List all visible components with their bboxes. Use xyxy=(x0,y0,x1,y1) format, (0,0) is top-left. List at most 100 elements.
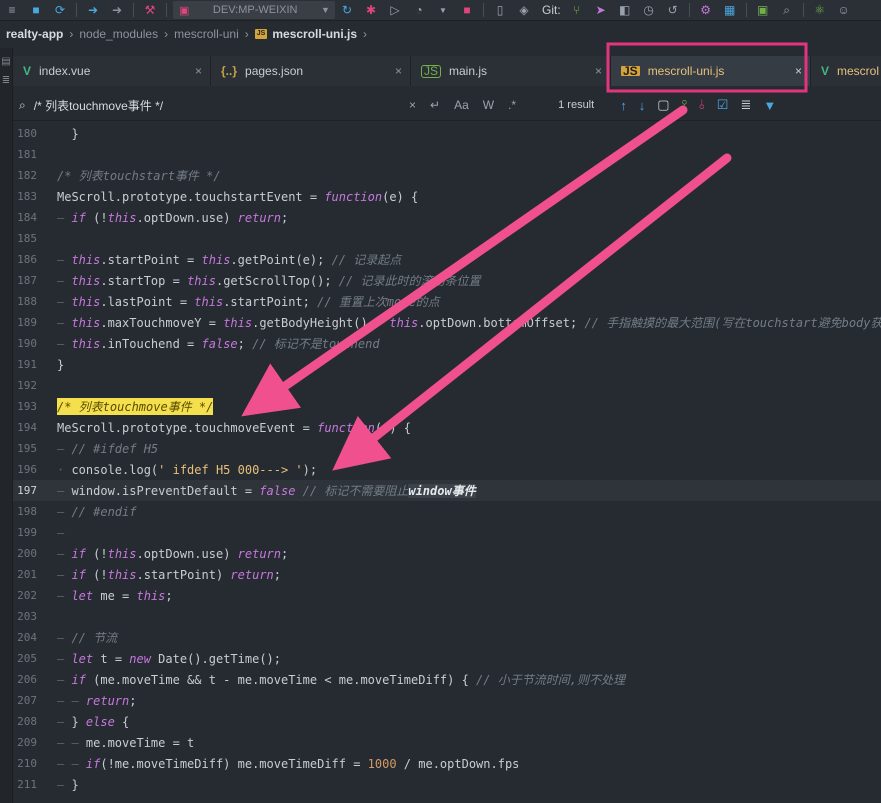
atom-icon[interactable]: ⚛ xyxy=(811,1,829,19)
gauge-icon[interactable]: ◔ xyxy=(410,1,428,19)
build-hammer-icon[interactable]: ⚒ xyxy=(141,1,159,19)
clear-search-icon[interactable]: × xyxy=(409,98,416,112)
breadcrumb-item[interactable]: mescroll-uni xyxy=(174,27,239,41)
code-line[interactable]: 187 — this.startTop = this.getScrollTop()… xyxy=(13,270,881,291)
git-push-icon[interactable]: ➤ xyxy=(592,1,610,19)
line-number: 180 xyxy=(17,127,37,140)
code-line[interactable]: 191} xyxy=(13,354,881,375)
git-compare-icon[interactable]: ◧ xyxy=(616,1,634,19)
code-line[interactable]: 182 /* 列表touchstart事件 */ xyxy=(13,165,881,186)
code-line[interactable]: 203 xyxy=(13,606,881,627)
code-line[interactable]: 200 — if (!this.optDown.use) return; xyxy=(13,543,881,564)
line-number: 181 xyxy=(17,148,37,161)
hamburger-icon[interactable]: ≡ xyxy=(3,1,21,19)
code-line[interactable]: 180 } xyxy=(13,123,881,144)
terminal-icon[interactable]: ▣ xyxy=(754,1,772,19)
code-line[interactable]: 186 — this.startPoint = this.getPoint(e);… xyxy=(13,249,881,270)
breadcrumb-item[interactable]: realty-app xyxy=(6,27,63,41)
save-icon[interactable]: ■ xyxy=(27,1,45,19)
device-select[interactable]: ▣ DEV:MP-WEIXIN ▼ xyxy=(173,1,335,19)
device-preview-icon[interactable]: ▯ xyxy=(491,1,509,19)
code-line[interactable]: 181 xyxy=(13,144,881,165)
refresh-icon[interactable]: ↻ xyxy=(338,1,356,19)
back-arrow-icon[interactable]: ➜ xyxy=(84,1,102,19)
code-line[interactable]: 199— xyxy=(13,522,881,543)
code-line[interactable]: 198 — // #endif xyxy=(13,501,881,522)
code-line[interactable]: 207 — — return; xyxy=(13,690,881,711)
user-icon[interactable]: ☺ xyxy=(835,1,853,19)
tab-index-vue[interactable]: V index.vue × xyxy=(13,56,211,86)
code-text: — if (!this.optDown.use) return; xyxy=(57,546,289,561)
match-case-toggle[interactable]: Aa xyxy=(454,98,469,112)
whole-word-toggle[interactable]: W xyxy=(483,98,494,112)
tab-main-js[interactable]: JS main.js × xyxy=(411,56,611,86)
tab-pages-json[interactable]: {..} pages.json × xyxy=(211,56,411,86)
outline-icon[interactable]: ≣ xyxy=(0,75,12,86)
code-line[interactable]: 208 — } else { xyxy=(13,711,881,732)
code-line[interactable]: 190 — this.inTouchend = false; // 标记不是tou… xyxy=(13,333,881,354)
code-text: — this.maxTouchmoveY = this.getBodyHeigh… xyxy=(57,316,881,330)
close-icon[interactable]: × xyxy=(595,64,602,78)
git-revert-icon[interactable]: ↺ xyxy=(664,1,682,19)
code-line[interactable]: 202 — let me = this; xyxy=(13,585,881,606)
line-number: 193 xyxy=(17,400,37,413)
package-icon[interactable]: ◈ xyxy=(515,1,533,19)
enter-icon[interactable]: ↵ xyxy=(430,98,440,112)
toolbar-divider xyxy=(802,3,804,17)
toolbar-divider xyxy=(745,3,747,17)
select-all-matches-icon[interactable]: ☑ xyxy=(717,97,729,113)
code-line[interactable]: 201 — if (!this.startPoint) return; xyxy=(13,564,881,585)
code-line[interactable]: 209 — — me.moveTime = t xyxy=(13,732,881,753)
code-line[interactable]: 195 — // #ifdef H5 xyxy=(13,438,881,459)
arrow-up-icon[interactable]: ↑ xyxy=(620,98,627,113)
code-line[interactable]: 189 — this.maxTouchmoveY = this.getBodyHe… xyxy=(13,312,881,333)
remove-cursor-icon[interactable]: ⫰ xyxy=(699,97,705,113)
code-line[interactable]: 194 MeScroll.prototype.touchmoveEvent = f… xyxy=(13,417,881,438)
code-text: — // #endif xyxy=(57,504,137,519)
code-line[interactable]: 211 — } xyxy=(13,774,881,795)
code-line[interactable]: 185 xyxy=(13,228,881,249)
chevron-right-icon: › xyxy=(244,27,249,41)
code-line[interactable]: 210 — — if(!me.moveTimeDiff) me.moveTimeD… xyxy=(13,753,881,774)
add-cursor-icon[interactable]: ⫯ xyxy=(681,97,687,113)
tab-mescroll-uni-js[interactable]: JS mescroll-uni.js × xyxy=(611,56,811,86)
close-icon[interactable]: × xyxy=(195,64,202,78)
forward-arrow-icon[interactable]: ➜ xyxy=(108,1,126,19)
debug-bug-icon[interactable]: ✱ xyxy=(362,1,380,19)
grid-icon[interactable]: ▦ xyxy=(721,1,739,19)
close-icon[interactable]: × xyxy=(795,64,802,78)
stop-icon[interactable]: ■ xyxy=(458,1,476,19)
code-line[interactable]: 206 — if (me.moveTime && t - me.moveTime … xyxy=(13,669,881,690)
play-icon[interactable]: ▷ xyxy=(386,1,404,19)
breadcrumb-current[interactable]: mescroll-uni.js xyxy=(272,27,357,41)
code-line[interactable]: 193 /* 列表touchmove事件 */ xyxy=(13,396,881,417)
code-line-current[interactable]: 197 — window.isPreventDefault = false // … xyxy=(13,480,881,501)
settings-gear-icon[interactable]: ⚙ xyxy=(697,1,715,19)
git-history-icon[interactable]: ◷ xyxy=(640,1,658,19)
code-line[interactable]: 188 — this.lastPoint = this.startPoint; /… xyxy=(13,291,881,312)
chevron-down-icon[interactable]: ▼ xyxy=(434,1,452,19)
close-icon[interactable]: × xyxy=(395,64,402,78)
filter-icon[interactable]: ▼ xyxy=(763,98,776,113)
git-branch-icon[interactable]: ⑂ xyxy=(568,1,586,19)
project-tree-icon[interactable]: ▤ xyxy=(0,56,12,67)
code-line[interactable]: 183 MeScroll.prototype.touchstartEvent = … xyxy=(13,186,881,207)
find-input[interactable]: ⌕ /* 列表touchmove事件 */ xyxy=(13,97,409,114)
line-number: 192 xyxy=(17,379,37,392)
search-match-highlight: /* 列表touchmove事件 */ xyxy=(57,398,214,415)
sync-icon[interactable]: ⟳ xyxy=(51,1,69,19)
arrow-down-icon[interactable]: ↓ xyxy=(639,98,646,113)
search-icon[interactable]: ⌕ xyxy=(778,1,796,19)
code-line[interactable]: 184 — if (!this.optDown.use) return; xyxy=(13,207,881,228)
code-line[interactable]: 196 · console.log(' ifdef H5 000---> '); xyxy=(13,459,881,480)
list-results-icon[interactable]: ≣ xyxy=(740,97,751,113)
line-number: 198 xyxy=(17,505,37,518)
regex-toggle[interactable]: .* xyxy=(508,98,516,112)
find-in-selection-icon[interactable]: ▢ xyxy=(657,97,669,113)
code-line[interactable]: 205 — let t = new Date().getTime(); xyxy=(13,648,881,669)
breadcrumb-item[interactable]: node_modules xyxy=(79,27,158,41)
code-line[interactable]: 204 — // 节流 xyxy=(13,627,881,648)
tab-mescroll[interactable]: V mescrol xyxy=(811,56,881,86)
code-editor[interactable]: 180 } 181 182 /* 列表touchstart事件 */ 183 MeS… xyxy=(13,123,881,803)
code-line[interactable]: 192 xyxy=(13,375,881,396)
